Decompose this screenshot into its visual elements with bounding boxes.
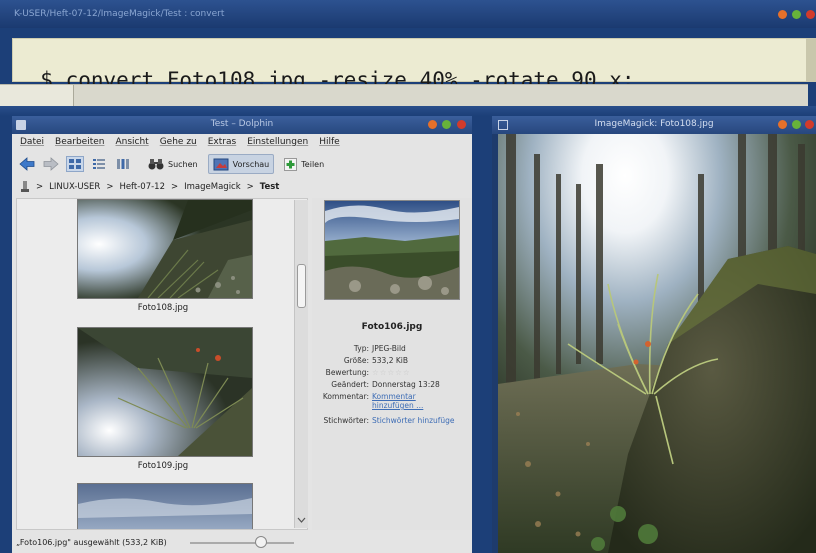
preview-button[interactable]: Vorschau	[207, 154, 275, 174]
menu-hilfe[interactable]: Hilfe	[319, 137, 339, 150]
file-name[interactable]: Foto109.jpg	[17, 461, 307, 471]
breadcrumb-separator: >	[171, 182, 179, 192]
split-plus-icon	[284, 157, 298, 171]
file-thumbnail-foto108[interactable]	[77, 199, 253, 299]
breadcrumb-linux-user[interactable]: LINUX-USER	[49, 182, 100, 192]
preview-label: Vorschau	[232, 159, 270, 169]
imagemagick-title: ImageMagick: Foto108.jpg	[594, 119, 714, 129]
menu-datei[interactable]: Datei	[20, 137, 44, 150]
back-arrow-icon[interactable]	[18, 156, 36, 172]
dolphin-toolbar: Suchen Vorschau Teilen	[12, 152, 472, 176]
file-thumbnail[interactable]	[77, 483, 253, 529]
terminal-minimize-button[interactable]	[778, 10, 787, 19]
dolphin-menubar: Datei Bearbeiten Ansicht Gehe zu Extras …	[12, 134, 472, 150]
status-text: „Foto106.jpg" ausgewählt (533,2 KiB)	[16, 538, 167, 547]
scroll-down-arrow-icon[interactable]	[297, 516, 306, 524]
terminal-output[interactable]: $ convert Foto108.jpg -resize 40% -rotat…	[12, 38, 808, 92]
dolphin-window-menu-icon[interactable]	[16, 120, 26, 130]
zoom-slider-handle[interactable]	[254, 536, 267, 548]
dolphin-titlebar[interactable]: Test – Dolphin	[12, 116, 472, 134]
imagemagick-window: ImageMagick: Foto108.jpg	[492, 116, 816, 553]
details-view-icon[interactable]	[90, 156, 108, 172]
menu-einstellungen[interactable]: Einstellungen	[247, 137, 308, 150]
add-tags-link[interactable]: Stichwörter hinzufüge	[372, 416, 455, 425]
preview-icon	[213, 158, 229, 170]
dolphin-title: Test – Dolphin	[210, 119, 274, 129]
info-preview-image	[324, 200, 460, 300]
columns-view-icon[interactable]	[114, 156, 132, 172]
split-button[interactable]: Teilen	[280, 154, 328, 174]
imagemagick-window-icon[interactable]	[498, 120, 508, 130]
dolphin-minimize-button[interactable]	[428, 120, 437, 129]
imagemagick-close-button[interactable]	[805, 120, 814, 129]
breadcrumb-separator: >	[36, 182, 44, 192]
binoculars-icon	[148, 159, 164, 170]
hard-drive-icon[interactable]	[20, 181, 30, 193]
terminal-close-button[interactable]	[806, 10, 815, 19]
imagemagick-minimize-button[interactable]	[778, 120, 787, 129]
add-comment-link[interactable]: Kommentar hinzufügen ...	[372, 392, 442, 410]
zoom-slider[interactable]	[190, 542, 294, 544]
terminal-tab-bar	[0, 84, 808, 107]
info-row-tags: Stichwörter: Stichwörter hinzufüge	[323, 416, 455, 425]
search-label: Suchen	[168, 159, 198, 169]
dolphin-maximize-button[interactable]	[442, 120, 451, 129]
scrollbar-thumb[interactable]	[297, 264, 306, 308]
terminal-title: K-USER/Heft-07-12/ImageMagick/Test : con…	[14, 9, 225, 19]
icons-view-icon[interactable]	[66, 156, 84, 172]
terminal-maximize-button[interactable]	[792, 10, 801, 19]
breadcrumb-imagemagick[interactable]: ImageMagick	[184, 182, 241, 192]
dolphin-window: Test – Dolphin Datei Bearbeiten Ansicht …	[12, 116, 472, 553]
terminal-tab[interactable]	[0, 85, 74, 107]
info-file-name: Foto106.jpg	[361, 322, 423, 332]
menu-ansicht[interactable]: Ansicht	[115, 137, 148, 150]
menu-extras[interactable]: Extras	[208, 137, 236, 150]
terminal-titlebar[interactable]: K-USER/Heft-07-12/ImageMagick/Test : con…	[0, 0, 816, 28]
forward-arrow-icon[interactable]	[42, 156, 60, 172]
information-panel: Foto106.jpg Typ: JPEG-Bild Größe: 533,2 …	[312, 198, 472, 530]
split-label: Teilen	[301, 159, 325, 169]
file-view[interactable]: Foto108.jpg Foto109.jpg	[16, 198, 308, 530]
dolphin-close-button[interactable]	[457, 120, 466, 129]
breadcrumb-test[interactable]: Test	[260, 182, 280, 192]
rating-stars[interactable]: ☆☆☆☆☆	[372, 368, 411, 377]
info-row-changed: Geändert: Donnerstag 13:28	[331, 380, 440, 389]
terminal-scrollbar[interactable]	[806, 38, 816, 82]
breadcrumb: > LINUX-USER > Heft-07-12 > ImageMagick …	[12, 178, 472, 196]
breadcrumb-heft[interactable]: Heft-07-12	[119, 182, 165, 192]
file-name[interactable]: Foto108.jpg	[17, 303, 307, 313]
menu-bearbeiten[interactable]: Bearbeiten	[55, 137, 104, 150]
desktop-background	[0, 106, 816, 116]
info-row-type: Typ: JPEG-Bild	[353, 344, 406, 353]
breadcrumb-separator: >	[246, 182, 254, 192]
imagemagick-maximize-button[interactable]	[792, 120, 801, 129]
breadcrumb-separator: >	[106, 182, 114, 192]
search-button[interactable]: Suchen	[144, 154, 202, 174]
info-row-rating: Bewertung: ☆☆☆☆☆	[325, 368, 411, 377]
menu-gehe-zu[interactable]: Gehe zu	[160, 137, 197, 150]
displayed-photo[interactable]	[498, 134, 816, 553]
file-view-scrollbar[interactable]	[294, 200, 308, 528]
imagemagick-titlebar[interactable]: ImageMagick: Foto108.jpg	[492, 116, 816, 134]
info-row-size: Größe: 533,2 KiB	[343, 356, 409, 365]
file-thumbnail-foto109[interactable]	[77, 327, 253, 457]
info-row-comment: Kommentar: Kommentar hinzufügen ...	[312, 392, 472, 410]
